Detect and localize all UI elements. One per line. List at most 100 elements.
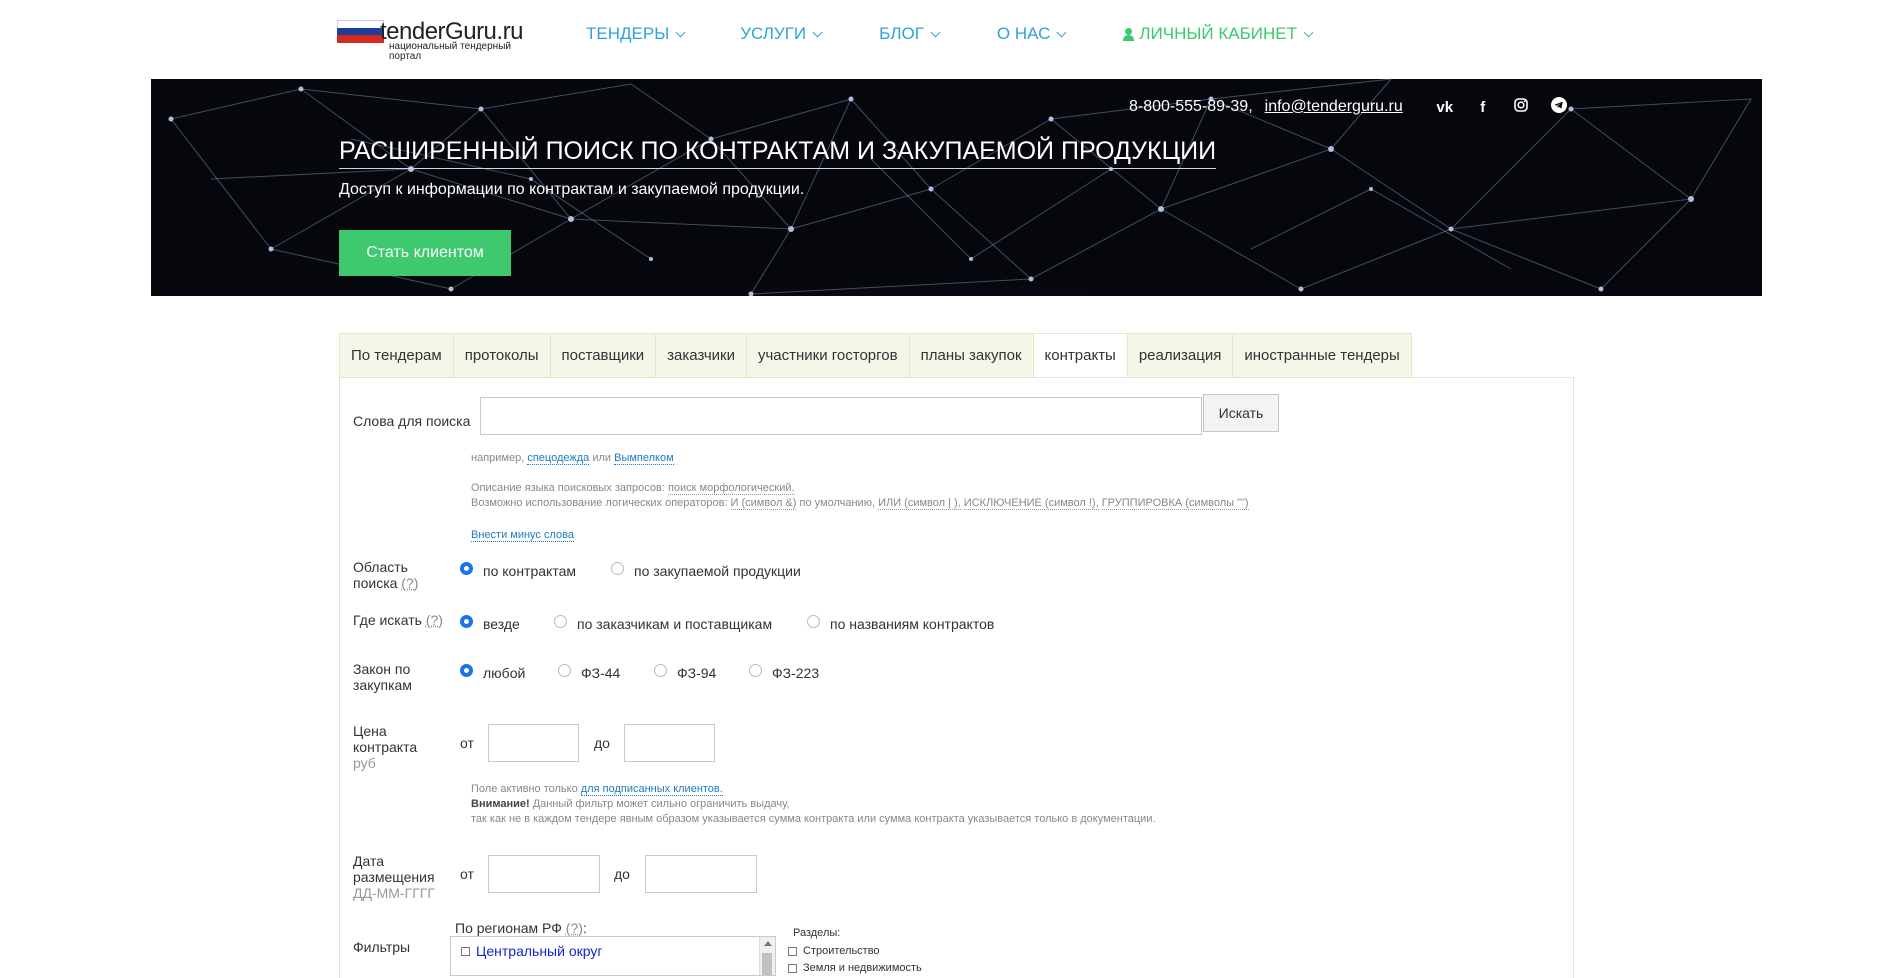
chevron-down-icon bbox=[812, 27, 823, 37]
filters-label: Фильтры bbox=[353, 939, 411, 955]
instagram-icon[interactable] bbox=[1511, 98, 1531, 116]
scroll-thumb[interactable] bbox=[762, 953, 772, 975]
chevron-down-icon bbox=[1056, 27, 1067, 37]
scroll-up-icon[interactable] bbox=[764, 941, 772, 946]
help-icon[interactable]: (?) bbox=[401, 575, 418, 591]
logo-tagline: национальный тендерный портал bbox=[389, 41, 511, 62]
hero-subtitle: Доступ к информации по контрактам и заку… bbox=[339, 181, 805, 198]
tab-tenders[interactable]: По тендерам bbox=[339, 333, 453, 378]
query-language-description: Описание языка поисковых запросов: поиск… bbox=[471, 482, 795, 495]
nav-item-blog[interactable]: БЛОГ bbox=[879, 24, 941, 44]
operator-and[interactable]: И (символ &) bbox=[730, 497, 797, 510]
search-input[interactable] bbox=[480, 397, 1202, 435]
price-note: Поле активно только для подписанных клие… bbox=[471, 783, 723, 796]
tab-protocols[interactable]: протоколы bbox=[452, 333, 550, 378]
price-warning-2: так как не в каждом тендере явным образо… bbox=[471, 813, 1156, 825]
checkbox-icon[interactable] bbox=[461, 946, 470, 956]
operator-or[interactable]: ИЛИ (символ | ), bbox=[878, 497, 961, 510]
date-to-label: до bbox=[614, 866, 630, 882]
radio-law-223[interactable]: ФЗ-223 bbox=[749, 663, 819, 681]
where-label: Где искать (?) bbox=[353, 612, 443, 628]
example-link-1[interactable]: спецодежда bbox=[527, 452, 590, 465]
tab-participants[interactable]: участники госторгов bbox=[745, 333, 909, 378]
become-client-button[interactable]: Стать клиентом bbox=[339, 230, 511, 276]
telegram-icon[interactable] bbox=[1549, 97, 1569, 117]
tab-foreign-tenders[interactable]: иностранные тендеры bbox=[1232, 333, 1412, 378]
radio-unchecked-icon bbox=[807, 614, 820, 628]
regions-scrollbar[interactable] bbox=[759, 937, 775, 975]
radio-area-products[interactable]: по закупаемой продукции bbox=[611, 561, 801, 579]
search-example: например, спецодежда или Вымпелком bbox=[471, 452, 674, 465]
price-from-label: от bbox=[460, 735, 474, 751]
tab-customers[interactable]: заказчики bbox=[655, 333, 746, 378]
nav-item-services[interactable]: УСЛУГИ bbox=[740, 24, 823, 44]
date-from-input[interactable] bbox=[488, 855, 600, 893]
checkbox-icon[interactable] bbox=[788, 963, 797, 973]
price-warning: Внимание! Данный фильтр может сильно огр… bbox=[471, 798, 790, 810]
tab-suppliers[interactable]: поставщики bbox=[549, 333, 656, 378]
radio-checked-icon bbox=[460, 663, 473, 677]
subscribed-clients-link[interactable]: для подписанных клиентов. bbox=[580, 783, 723, 796]
help-icon[interactable]: (?) bbox=[426, 612, 443, 628]
nav-item-tenders[interactable]: ТЕНДЕРЫ bbox=[586, 24, 686, 44]
date-to-input[interactable] bbox=[645, 855, 757, 893]
sections-label: Разделы: bbox=[793, 927, 841, 939]
search-area-label: Область поиска (?) bbox=[353, 559, 419, 591]
example-link-2[interactable]: Вымпелком bbox=[614, 452, 674, 465]
section-item[interactable]: Строительство bbox=[788, 945, 880, 957]
law-label: Закон по закупкам bbox=[353, 661, 412, 693]
tab-sales[interactable]: реализация bbox=[1126, 333, 1233, 378]
checkbox-icon[interactable] bbox=[788, 946, 797, 956]
radio-unchecked-icon bbox=[654, 663, 667, 677]
hero-banner: 8-800-555-89-39, info@tenderguru.ru vk f… bbox=[151, 79, 1762, 296]
radio-checked-icon bbox=[460, 561, 473, 575]
minus-words-link[interactable]: Внести минус слова bbox=[471, 529, 574, 542]
russian-flag-icon bbox=[337, 20, 384, 43]
radio-where-everywhere[interactable]: везде bbox=[460, 614, 520, 632]
radio-law-any[interactable]: любой bbox=[460, 663, 525, 681]
main-menu: ТЕНДЕРЫ УСЛУГИ БЛОГ О НАС ЛИЧНЫЙ КАБИНЕТ bbox=[586, 24, 1314, 44]
hero-contacts: 8-800-555-89-39, info@tenderguru.ru vk f bbox=[1129, 97, 1569, 117]
morphology-link[interactable]: поиск морфологический. bbox=[667, 482, 795, 495]
date-label: Дата размещения ДД-ММ-ГГГГ bbox=[353, 853, 435, 901]
tab-purchase-plans[interactable]: планы закупок bbox=[908, 333, 1033, 378]
tab-contracts[interactable]: контракты bbox=[1032, 333, 1127, 378]
radio-unchecked-icon bbox=[554, 614, 567, 628]
price-to-input[interactable] bbox=[624, 724, 715, 762]
facebook-icon[interactable]: f bbox=[1473, 99, 1493, 116]
operator-not[interactable]: ИСКЛЮЧЕНИЕ (символ !), bbox=[963, 497, 1099, 510]
email-link[interactable]: info@tenderguru.ru bbox=[1265, 98, 1403, 116]
price-label: Цена контракта руб bbox=[353, 723, 418, 771]
chevron-down-icon bbox=[1303, 27, 1314, 37]
user-icon bbox=[1123, 27, 1135, 41]
search-words-label: Слова для поиска bbox=[353, 413, 471, 429]
chevron-down-icon bbox=[930, 27, 941, 37]
date-from-label: от bbox=[460, 866, 474, 882]
top-navbar: tenderGuru.ru национальный тендерный пор… bbox=[0, 0, 1897, 79]
regions-list[interactable]: Центральный округ bbox=[450, 936, 776, 976]
region-item[interactable]: Центральный округ bbox=[461, 943, 602, 959]
radio-area-contracts[interactable]: по контрактам bbox=[460, 561, 576, 579]
radio-unchecked-icon bbox=[749, 663, 762, 677]
nav-item-about[interactable]: О НАС bbox=[997, 24, 1067, 44]
price-from-input[interactable] bbox=[488, 724, 579, 762]
logical-operators-description: Возможно использование логических операт… bbox=[471, 497, 1249, 510]
search-tabs: По тендерам протоколы поставщики заказчи… bbox=[339, 333, 1412, 378]
radio-where-titles[interactable]: по названиям контрактов bbox=[807, 614, 994, 632]
regions-label: По регионам РФ (?): bbox=[455, 920, 587, 936]
radio-unchecked-icon bbox=[611, 561, 624, 575]
radio-checked-icon bbox=[460, 614, 473, 628]
phone-number[interactable]: 8-800-555-89-39, bbox=[1129, 98, 1253, 116]
radio-law-94[interactable]: ФЗ-94 bbox=[654, 663, 716, 681]
radio-unchecked-icon bbox=[558, 663, 571, 677]
operator-group[interactable]: ГРУППИРОВКА (символы "") bbox=[1101, 497, 1249, 510]
help-icon[interactable]: (?) bbox=[566, 920, 583, 936]
nav-item-cabinet[interactable]: ЛИЧНЫЙ КАБИНЕТ bbox=[1123, 24, 1314, 44]
radio-where-parties[interactable]: по заказчикам и поставщикам bbox=[554, 614, 772, 632]
section-item[interactable]: Земля и недвижимость bbox=[788, 962, 922, 974]
search-button[interactable]: Искать bbox=[1203, 394, 1279, 432]
radio-law-44[interactable]: ФЗ-44 bbox=[558, 663, 620, 681]
vk-icon[interactable]: vk bbox=[1435, 99, 1455, 116]
chevron-down-icon bbox=[675, 27, 686, 37]
site-logo[interactable]: tenderGuru.ru национальный тендерный пор… bbox=[337, 18, 547, 66]
